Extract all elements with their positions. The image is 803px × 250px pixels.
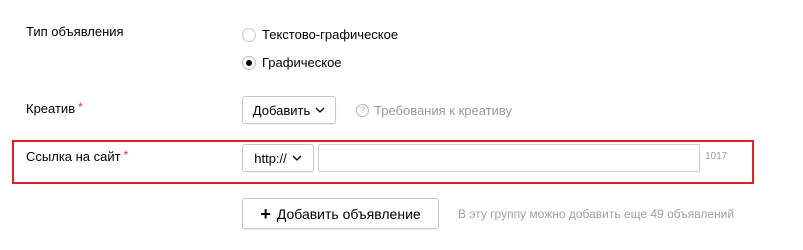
creative-label-text: Креатив (26, 101, 76, 116)
required-mark: * (123, 148, 129, 162)
add-ad-button-label: Добавить объявление (276, 205, 421, 222)
radio-option-label: Графическое (262, 55, 342, 70)
add-creative-button[interactable]: Добавить (242, 96, 336, 124)
add-creative-button-label: Добавить (252, 102, 311, 118)
plus-icon: + (260, 203, 271, 224)
radio-option-text-graphic[interactable]: Текстово-графическое (242, 27, 398, 42)
chevron-down-icon (292, 155, 302, 161)
site-url-input[interactable] (318, 144, 700, 172)
char-counter: 1017 (705, 151, 728, 162)
creative-requirements-text: Требования к креативу (374, 103, 513, 118)
chevron-down-icon (315, 107, 325, 113)
ad-type-label: Тип объявления (26, 24, 124, 39)
protocol-select[interactable]: http:// (242, 144, 314, 172)
radio-button[interactable] (242, 27, 256, 42)
protocol-select-value: http:// (254, 150, 287, 166)
question-icon: ? (356, 104, 369, 117)
add-ad-button[interactable]: + Добавить объявление (242, 198, 439, 229)
radio-option-label: Текстово-графическое (262, 27, 399, 42)
radio-option-graphic[interactable]: Графическое (242, 55, 342, 70)
site-link-label-text: Ссылка на сайт (26, 149, 121, 164)
required-mark: * (78, 100, 83, 114)
creative-label: Креатив * (26, 100, 83, 116)
creative-requirements-link[interactable]: ? Требования к креативу (356, 103, 512, 118)
radio-button-selected[interactable] (242, 55, 256, 70)
site-link-label: Ссылка на сайт * (26, 148, 128, 164)
ads-remaining-note: В эту группу можно добавить еще 49 объяв… (458, 207, 735, 221)
